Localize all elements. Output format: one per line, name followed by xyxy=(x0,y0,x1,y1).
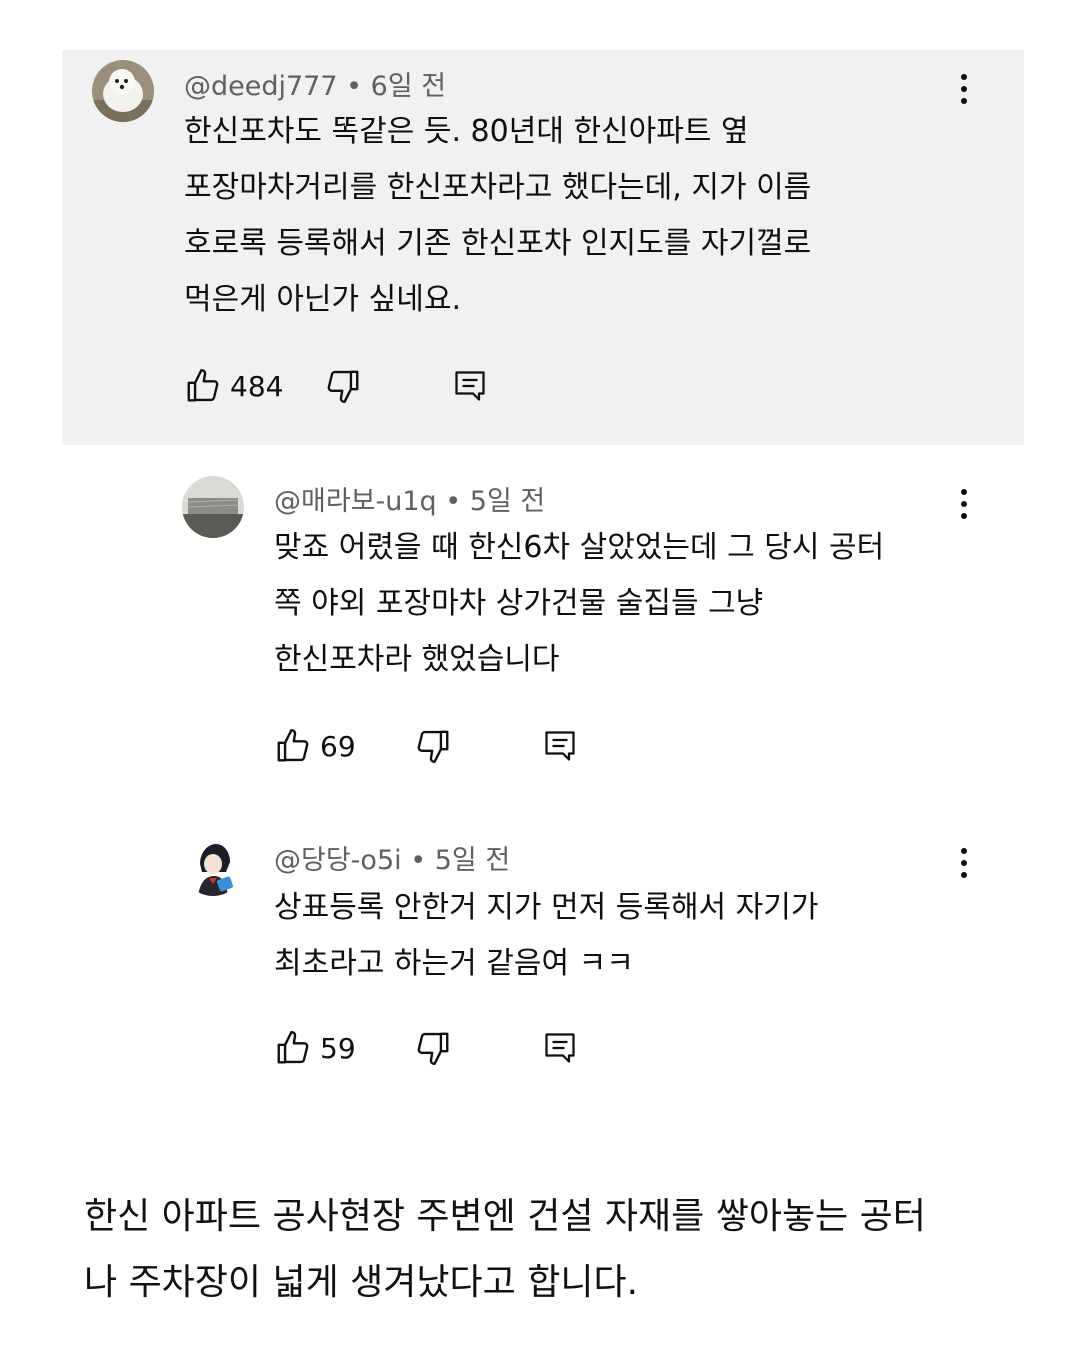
thumbs-up-icon xyxy=(277,1030,309,1064)
comment-menu-button[interactable] xyxy=(949,843,979,883)
comment-time: 5일 전 xyxy=(469,486,546,517)
reply-button[interactable] xyxy=(542,724,578,768)
more-vertical-icon xyxy=(961,848,967,854)
white-dog-avatar-icon xyxy=(92,60,154,122)
comment-actions: 59 xyxy=(274,1026,594,1070)
comment-actions: 69 xyxy=(274,724,594,768)
like-button[interactable]: 59 xyxy=(274,1026,356,1070)
comment-handle[interactable]: @매라보-u1q xyxy=(274,486,437,517)
like-button[interactable]: 69 xyxy=(274,724,356,768)
dislike-button[interactable] xyxy=(324,364,362,408)
article-line: 나 주차장이 넓게 생겨났다고 합니다. xyxy=(84,1262,639,1303)
comment-actions: 484 xyxy=(184,364,504,408)
article-line: 한신 아파트 공사현장 주변엔 건설 자재를 쌓아놓는 공터 xyxy=(84,1196,926,1237)
thumbs-down-icon xyxy=(417,1032,449,1066)
anime-character-avatar-icon xyxy=(182,834,244,896)
meta-separator: • xyxy=(337,71,371,102)
more-vertical-icon-dot xyxy=(961,86,967,92)
comment-text: 맞죠 어렸을 때 한신6차 살았었는데 그 당시 공터 쪽 야외 포장마차 상가… xyxy=(274,520,884,688)
like-button[interactable]: 484 xyxy=(184,364,283,408)
comment-meta: @매라보-u1q • 5일 전 xyxy=(274,479,545,518)
more-vertical-icon xyxy=(961,489,967,495)
comment-line: 호로록 등록해서 기존 한신포차 인지도를 자기껄로 xyxy=(184,226,812,261)
meta-separator: • xyxy=(401,845,435,876)
reply-comment-icon xyxy=(545,731,575,761)
comment-text: 상표등록 안한거 지가 먼저 등록해서 자기가 최초라고 하는거 같음여 ㅋㅋ xyxy=(274,880,818,992)
more-vertical-icon-dot xyxy=(961,872,967,878)
comment-meta: @deedj777 • 6일 전 xyxy=(184,64,446,103)
thumbs-down-icon xyxy=(327,370,359,404)
more-vertical-icon-dot xyxy=(961,860,967,866)
comment-line: 상표등록 안한거 지가 먼저 등록해서 자기가 xyxy=(274,890,819,925)
comment-line: 한신포차라 했었습니다 xyxy=(274,642,560,677)
reply-button[interactable] xyxy=(452,364,488,408)
thumbs-down-icon xyxy=(417,730,449,764)
comment-handle[interactable]: @당당-o5i xyxy=(274,845,402,876)
comment-time: 6일 전 xyxy=(370,71,447,102)
thumbs-up-icon xyxy=(277,728,309,762)
comment-line: 한신포차도 똑같은 듯. 80년대 한신아파트 옆 xyxy=(184,114,749,149)
reply-comment-icon xyxy=(455,371,485,401)
reply-comment-icon xyxy=(545,1033,575,1063)
dislike-button[interactable] xyxy=(414,1026,452,1070)
like-count: 69 xyxy=(320,729,356,763)
reply-button[interactable] xyxy=(542,1026,578,1070)
building-avatar-icon xyxy=(182,476,244,538)
comment-handle[interactable]: @deedj777 xyxy=(184,71,338,102)
more-vertical-icon xyxy=(961,74,967,80)
more-vertical-icon-dot xyxy=(961,98,967,104)
thumbs-up-icon xyxy=(187,368,219,402)
article-paragraph: 한신 아파트 공사현장 주변엔 건설 자재를 쌓아놓는 공터 나 주차장이 넓게… xyxy=(84,1184,1004,1316)
comment-line: 먹은게 아닌가 싶네요. xyxy=(184,282,462,317)
avatar[interactable] xyxy=(182,476,244,538)
avatar[interactable] xyxy=(182,834,244,896)
comment-menu-button[interactable] xyxy=(949,69,979,109)
comment-line: 맞죠 어렸을 때 한신6차 살았었는데 그 당시 공터 xyxy=(274,530,885,565)
comment-menu-button[interactable] xyxy=(949,484,979,524)
comment-line: 쪽 야외 포장마차 상가건물 술집들 그냥 xyxy=(274,586,764,621)
more-vertical-icon-dot xyxy=(961,513,967,519)
comment-time: 5일 전 xyxy=(434,845,511,876)
comment-line: 포장마차거리를 한신포차라고 했다는데, 지가 이름 xyxy=(184,170,812,205)
more-vertical-icon-dot xyxy=(961,501,967,507)
dislike-button[interactable] xyxy=(414,724,452,768)
comment-text: 한신포차도 똑같은 듯. 80년대 한신아파트 옆 포장마차거리를 한신포차라고… xyxy=(184,104,811,328)
like-count: 484 xyxy=(230,369,284,403)
meta-separator: • xyxy=(436,486,470,517)
comment-meta: @당당-o5i • 5일 전 xyxy=(274,838,510,877)
like-count: 59 xyxy=(320,1031,356,1065)
comment-line: 최초라고 하는거 같음여 ㅋㅋ xyxy=(274,946,634,981)
avatar[interactable] xyxy=(92,60,154,122)
